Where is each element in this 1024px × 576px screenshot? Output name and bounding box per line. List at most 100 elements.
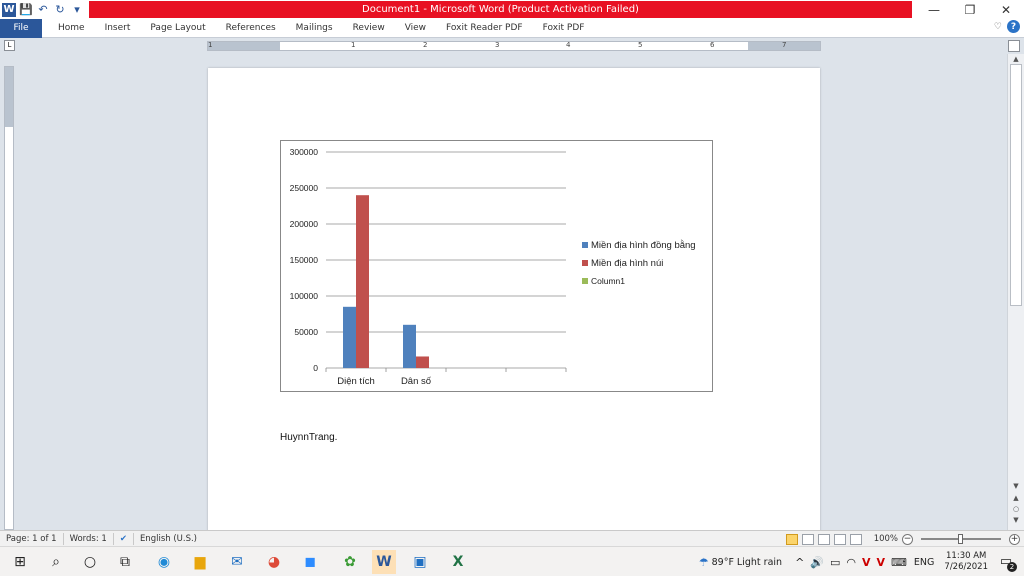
y-tick-label: 0 [313,363,318,373]
title-bar: W 💾 ↶ ↻ ▾ Document1 - Microsoft Word (Pr… [0,0,1024,19]
full-screen-reading-view-icon[interactable] [801,533,814,545]
tab-references[interactable]: References [216,19,286,38]
show-hidden-icons-icon[interactable]: ^ [795,556,804,569]
customize-toolbar-icon[interactable]: ▾ [70,3,84,17]
scroll-up-icon[interactable]: ▲ [1011,55,1021,63]
tab-home[interactable]: Home [48,19,95,38]
window-title: Document1 - Microsoft Word (Product Acti… [89,1,912,18]
window-controls: — ❐ ✕ [916,0,1024,19]
chart-frame[interactable]: 0 50000 100000 150000 200000 250000 300000 Diện… [280,140,713,392]
zoom-slider-knob[interactable] [958,534,963,544]
ruler-number: 2 [423,41,428,49]
battery-icon[interactable]: ▭ [830,556,840,569]
bar [343,306,356,368]
minimize-button[interactable]: — [916,0,952,19]
excel-taskbar-icon[interactable]: X [446,550,470,574]
view-zoom-controls: 100% − + [785,532,1020,546]
document-workspace: 0 50000 100000 150000 200000 250000 300000 Diện… [0,54,1024,538]
scroll-down-icon[interactable]: ▼ [1011,482,1021,490]
word-logo-icon[interactable]: W [2,2,16,17]
tab-file[interactable]: File [0,18,42,38]
vertical-scrollbar[interactable]: ▲ ▼ ▲ ○ ▼ [1007,54,1024,530]
browse-object-icon[interactable]: ○ [1011,505,1021,513]
zoom-out-button[interactable]: − [902,533,913,545]
keyboard-icon[interactable]: ⌨ [891,556,907,569]
chrome-icon[interactable]: ◕ [262,550,286,574]
system-tray: ☂ 89°F Light rain ^ 🔊 ▭ ◠ V V ⌨ ENG 11:3… [696,547,1024,576]
zoom-slider[interactable] [921,534,1001,544]
weather-icon[interactable]: ☂ [699,556,709,569]
word-count[interactable]: Words: 1 [64,532,114,545]
previous-page-icon[interactable]: ▲ [1011,494,1021,502]
signature-text[interactable]: HuynnTrang. [280,432,337,443]
outline-view-icon[interactable] [833,533,846,545]
word-taskbar-icon[interactable]: W [372,550,396,574]
zoom-in-button[interactable]: + [1009,533,1020,545]
y-tick-label: 150000 [290,255,319,265]
undo-icon[interactable]: ↶ [36,3,50,17]
bar [403,324,416,368]
mail-icon[interactable]: ✉ [225,550,249,574]
clock-date: 7/26/2021 [944,562,988,572]
app-icon[interactable]: ✿ [338,550,362,574]
clock[interactable]: 11:30 AM 7/26/2021 [944,551,988,573]
control-panel-icon[interactable]: ▣ [408,550,432,574]
redo-icon[interactable]: ↻ [53,3,67,17]
tab-insert[interactable]: Insert [95,19,141,38]
view-ruler-icon[interactable] [1008,40,1020,52]
volume-icon[interactable]: 🔊 [810,556,824,569]
legend-swatch [582,242,588,248]
horizontal-ruler[interactable]: 1 1 2 3 4 5 6 7 [207,41,821,51]
collapse-ribbon-icon[interactable]: ♡ [994,22,1002,32]
tab-foxit-reader-pdf[interactable]: Foxit Reader PDF [436,19,533,38]
save-icon[interactable]: 💾 [19,3,33,17]
zoom-app-icon[interactable]: ◼ [298,550,322,574]
y-tick-label: 200000 [290,219,319,229]
next-page-icon[interactable]: ▼ [1011,516,1021,524]
tab-view[interactable]: View [395,19,436,38]
task-view-icon[interactable]: ⧉ [113,550,137,574]
wifi-icon[interactable]: ◠ [846,556,856,569]
draft-view-icon[interactable] [849,533,862,545]
antivirus-icon[interactable]: V [877,556,886,569]
language-indicator[interactable]: ENG [914,557,934,568]
weather-text[interactable]: 89°F Light rain [712,557,782,568]
tab-page-layout[interactable]: Page Layout [140,19,215,38]
y-tick-label: 50000 [294,327,318,337]
search-icon[interactable]: ⌕ [44,550,68,574]
print-layout-view-icon[interactable] [785,533,798,545]
restore-button[interactable]: ❐ [952,0,988,19]
windows-start-icon[interactable]: ⊞ [8,550,32,574]
bar-chart: 0 50000 100000 150000 200000 250000 300000 Diện… [290,147,696,387]
vertical-ruler[interactable] [4,66,14,530]
file-explorer-icon[interactable]: ▆ [188,550,212,574]
tab-mailings[interactable]: Mailings [286,19,343,38]
help-icon[interactable]: ? [1007,20,1020,33]
ruler-number: 5 [638,41,643,49]
legend-swatch [582,278,588,284]
x-tick-label: Diện tích [337,376,375,387]
close-button[interactable]: ✕ [988,0,1024,19]
y-tick-label: 250000 [290,183,319,193]
tab-selector-button[interactable]: L [4,40,15,51]
tab-review[interactable]: Review [343,19,395,38]
cortana-icon[interactable]: ○ [78,550,102,574]
tab-foxit-pdf[interactable]: Foxit PDF [533,19,595,38]
web-layout-view-icon[interactable] [817,533,830,545]
clock-time: 11:30 AM [946,551,987,561]
scrollbar-thumb[interactable] [1010,64,1022,306]
page-count[interactable]: Page: 1 of 1 [0,532,64,545]
language-indicator[interactable]: English (U.S.) [134,533,203,545]
antivirus-icon[interactable]: V [862,556,871,569]
bar [356,195,369,368]
ruler-number: 1 [351,41,356,49]
legend-entry: Column1 [591,276,625,286]
edge-browser-icon[interactable]: ◉ [152,550,176,574]
proofing-icon[interactable]: ✔ [114,532,134,545]
y-tick-label: 300000 [290,147,319,157]
notification-count: 2 [1007,562,1017,572]
ruler-number: 6 [710,41,715,49]
document-page[interactable]: 0 50000 100000 150000 200000 250000 300000 Diện… [208,68,820,538]
zoom-level[interactable]: 100% [874,534,898,544]
notification-center-icon[interactable]: ▭ 2 [996,552,1017,572]
